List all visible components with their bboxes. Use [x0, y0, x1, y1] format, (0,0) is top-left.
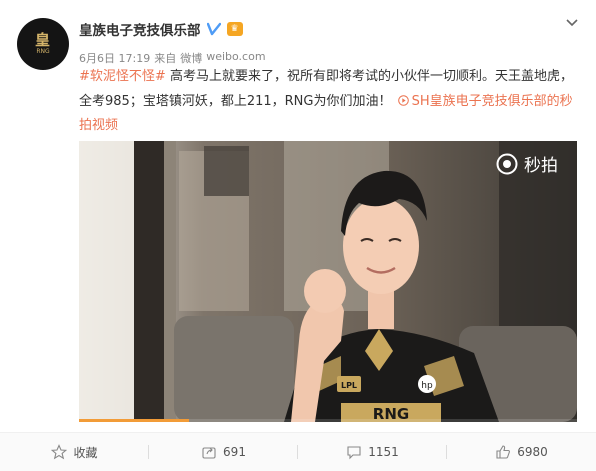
repost-count: 691 — [223, 445, 246, 459]
like-button[interactable]: 6980 — [447, 433, 596, 471]
avatar-logo: 皇 — [34, 31, 51, 49]
watermark-text: 秒拍 — [524, 156, 558, 176]
author-name[interactable]: 皇族电子竞技俱乐部 — [79, 19, 201, 39]
favorite-label: 收藏 — [73, 445, 98, 460]
hashtag-link[interactable]: #软泥怪不怪# — [79, 69, 166, 84]
video-progress-bar[interactable] — [79, 419, 577, 422]
favorite-button[interactable]: 收藏 — [0, 433, 149, 471]
camera-lens-icon — [496, 153, 518, 174]
author-row: 皇族电子竞技俱乐部 ♛ — [79, 19, 243, 39]
like-icon — [496, 445, 511, 459]
avatar[interactable]: 皇 RNG — [17, 18, 69, 70]
post-meta: 6月6日 17:19 来自 微博 weibo.com — [79, 50, 266, 66]
jersey-patch-hp: hp — [421, 381, 433, 391]
source-app[interactable]: 微博 — [180, 50, 202, 66]
share-icon — [202, 447, 216, 459]
chevron-down-icon[interactable] — [565, 16, 579, 30]
star-icon — [51, 444, 68, 460]
comment-count: 1151 — [368, 445, 399, 459]
post-text: #软泥怪不怪# 高考马上就要来了，祝所有即将考试的小伙伴一切顺利。天王盖地虎，全… — [79, 65, 579, 139]
source-site[interactable]: weibo.com — [206, 50, 265, 66]
source-prefix: 来自 — [154, 52, 177, 65]
video-link-icon — [397, 94, 409, 106]
like-count: 6980 — [517, 445, 548, 459]
action-bar: 收藏 691 1151 6980 — [0, 432, 596, 471]
miaopai-watermark: 秒拍 — [496, 151, 558, 176]
comment-button[interactable]: 1151 — [298, 433, 447, 471]
video-player[interactable]: LPL hp RNG — [79, 141, 577, 422]
video-progress-fill — [79, 419, 189, 422]
repost-button[interactable]: 691 — [149, 433, 298, 471]
avatar-logo-sub: RNG — [36, 48, 50, 55]
video-frame: LPL hp RNG — [79, 141, 577, 422]
verified-badge-icon — [206, 22, 221, 36]
post-date[interactable]: 6月6日 17:19 — [79, 50, 150, 66]
comment-icon — [347, 446, 361, 460]
member-crown-icon: ♛ — [226, 22, 243, 36]
jersey-patch-lpl: LPL — [341, 381, 357, 390]
